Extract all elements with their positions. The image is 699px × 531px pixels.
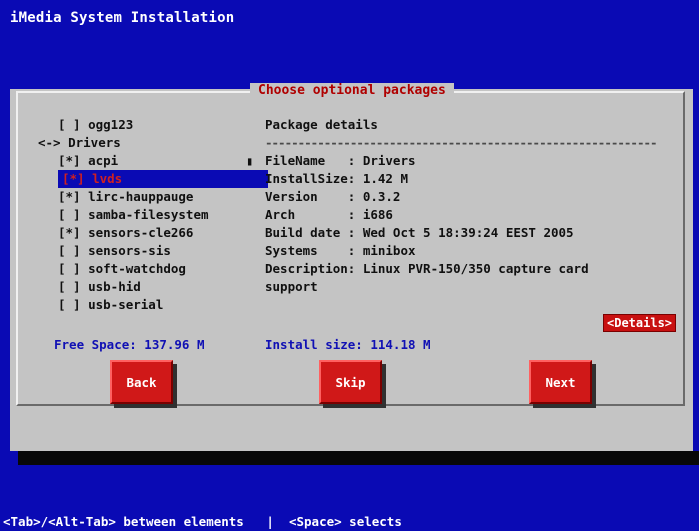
free-space-label: Free Space: 137.96 M xyxy=(54,337,205,352)
scrollbar-thumb[interactable]: ▮ xyxy=(246,154,253,168)
package-dialog: Choose optional packages [ ] ogg123 <-> … xyxy=(10,83,693,451)
package-item-acpi[interactable]: [*] acpi xyxy=(38,152,248,170)
package-item-lvds[interactable]: [*] lvds xyxy=(58,170,268,188)
detail-line: Build date : Wed Oct 5 18:39:24 EEST 200… xyxy=(265,225,574,240)
detail-line: Version : 0.3.2 xyxy=(265,189,401,204)
package-item-ogg123[interactable]: [ ] ogg123 xyxy=(38,116,248,134)
details-separator: ----------------------------------------… xyxy=(265,135,658,150)
package-item-sensors-cle266[interactable]: [*] sensors-cle266 xyxy=(38,224,248,242)
status-bar: <Tab>/<Alt-Tab> between elements | <Spac… xyxy=(0,512,699,531)
package-item-samba-filesystem[interactable]: [ ] samba-filesystem xyxy=(38,206,248,224)
status-text: <Tab>/<Alt-Tab> between elements | <Spac… xyxy=(3,514,402,529)
detail-line: Systems : minibox xyxy=(265,243,416,258)
detail-line: support xyxy=(265,279,318,294)
install-size-label: Install size: 114.18 M xyxy=(265,337,431,352)
detail-line: Arch : i686 xyxy=(265,207,393,222)
window-title: iMedia System Installation xyxy=(10,10,235,26)
package-details: Package details ------------------------… xyxy=(265,116,685,296)
title-bar: iMedia System Installation xyxy=(0,0,699,92)
details-button[interactable]: <Details> xyxy=(603,314,677,332)
package-item-soft-watchdog[interactable]: [ ] soft-watchdog xyxy=(38,260,248,278)
next-button[interactable]: Next xyxy=(529,360,592,404)
detail-line: Description: Linux PVR-150/350 capture c… xyxy=(265,261,589,276)
package-group-drivers[interactable]: <-> Drivers xyxy=(38,134,248,152)
package-list: [ ] ogg123 <-> Drivers [*] acpi [*] lvds… xyxy=(38,116,268,314)
back-button[interactable]: Back xyxy=(110,360,173,404)
detail-line: FileName : Drivers xyxy=(265,153,416,168)
package-item-usb-serial[interactable]: [ ] usb-serial xyxy=(38,296,248,314)
dialog-shadow xyxy=(18,451,699,465)
package-item-usb-hid[interactable]: [ ] usb-hid xyxy=(38,278,248,296)
skip-button[interactable]: Skip xyxy=(319,360,382,404)
package-item-lirc-hauppauge[interactable]: [*] lirc-hauppauge xyxy=(38,188,248,206)
detail-line: InstallSize: 1.42 M xyxy=(265,171,408,186)
dialog-title: Choose optional packages xyxy=(250,83,454,99)
package-item-sensors-sis[interactable]: [ ] sensors-sis xyxy=(38,242,248,260)
details-heading: Package details xyxy=(265,117,378,132)
